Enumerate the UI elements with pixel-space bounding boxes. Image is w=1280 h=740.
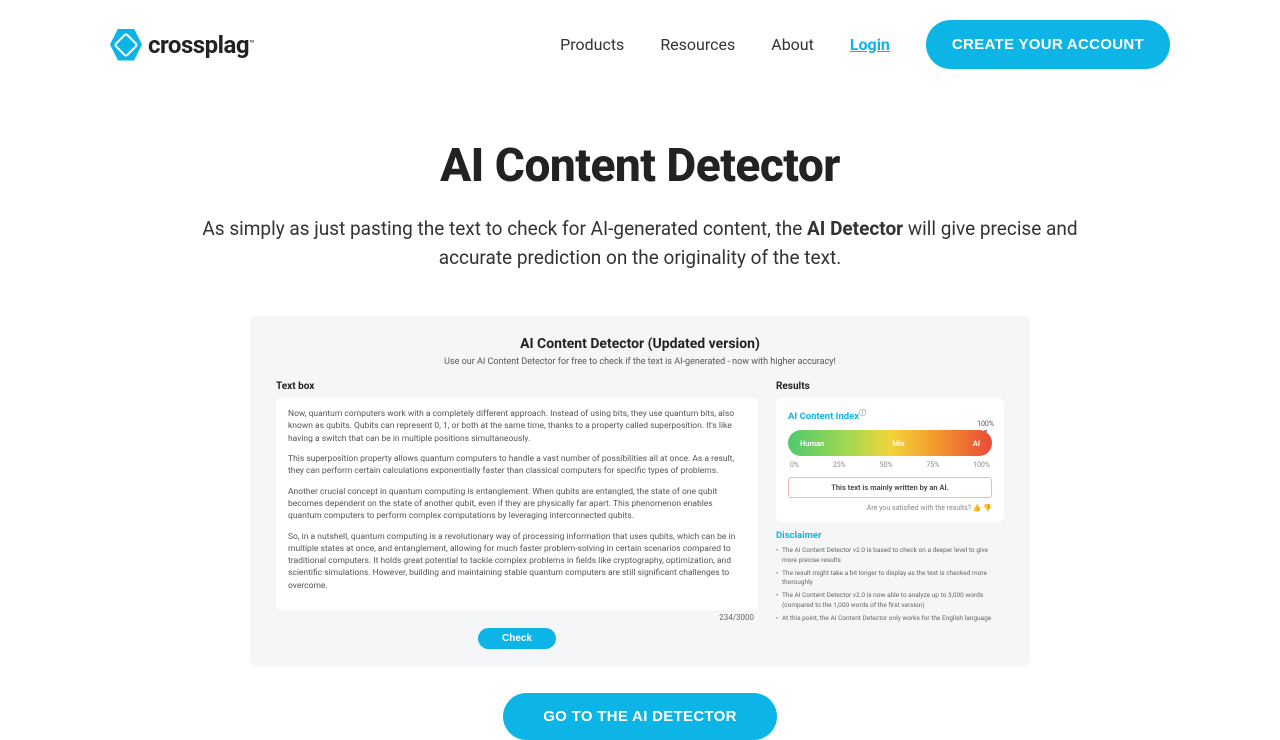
create-account-button[interactable]: CREATE YOUR ACCOUNT <box>926 20 1170 69</box>
verdict-box: This text is mainly written by an AI. <box>788 477 992 498</box>
product-screenshot: AI Content Detector (Updated version) Us… <box>250 316 1030 667</box>
gauge-scale: 0%25%50%75%100% <box>788 461 992 469</box>
char-counter: 234/3000 <box>276 613 758 622</box>
results-label: Results <box>776 381 1004 392</box>
gauge: Human Mix AI <box>788 430 992 456</box>
textbox-content[interactable]: Now, quantum computers work with a compl… <box>276 398 758 610</box>
logo-icon <box>110 29 142 61</box>
ss-results-panel: Results AI Content Indexⓘ 100% Human Mix… <box>776 381 1004 649</box>
nav-products[interactable]: Products <box>560 35 624 54</box>
hero-section: AI Content Detector As simply as just pa… <box>0 89 1280 292</box>
ai-content-index-label: AI Content Indexⓘ <box>788 408 992 422</box>
disclaimer-section: Disclaimer The AI Content Detector v2.0 … <box>776 530 1004 623</box>
ss-textbox-panel: Text box Now, quantum computers work wit… <box>276 381 758 649</box>
check-button[interactable]: Check <box>478 628 556 649</box>
page-title: AI Content Detector <box>100 139 1180 193</box>
logo-text: crossplag™ <box>148 31 255 59</box>
bottom-cta-section: GO TO THE AI DETECTOR <box>0 693 1280 740</box>
nav-about[interactable]: About <box>771 35 814 54</box>
main-nav: Products Resources About Login CREATE YO… <box>560 20 1170 69</box>
ss-subtitle: Use our AI Content Detector for free to … <box>276 357 1004 367</box>
nav-login[interactable]: Login <box>850 35 890 54</box>
feedback-prompt[interactable]: Are you satisfied with the results? 👍 👎 <box>788 504 992 512</box>
disclaimer-label: Disclaimer <box>776 530 1004 541</box>
go-to-detector-button[interactable]: GO TO THE AI DETECTOR <box>503 693 777 740</box>
results-card: AI Content Indexⓘ 100% Human Mix AI 0%25… <box>776 398 1004 522</box>
logo[interactable]: crossplag™ <box>110 29 255 61</box>
page-subtitle: As simply as just pasting the text to ch… <box>190 215 1090 272</box>
ss-title: AI Content Detector (Updated version) <box>276 336 1004 352</box>
site-header: crossplag™ Products Resources About Logi… <box>0 0 1280 89</box>
nav-resources[interactable]: Resources <box>660 35 735 54</box>
textbox-label: Text box <box>276 381 758 392</box>
